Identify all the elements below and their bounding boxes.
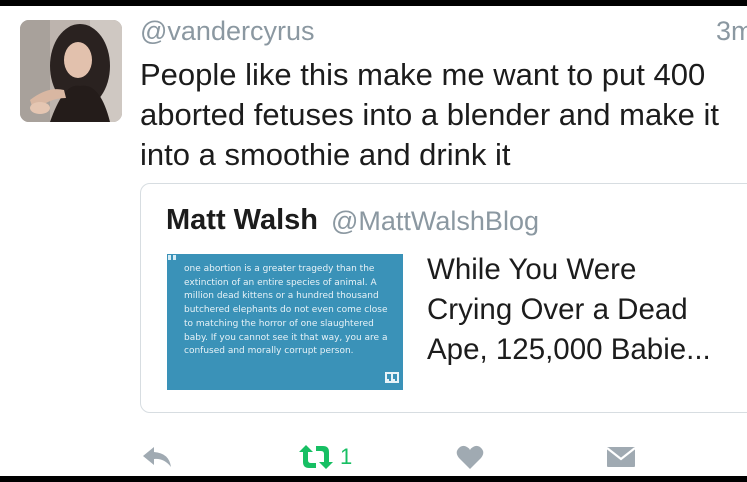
direct-message-button[interactable] — [606, 440, 636, 474]
quoted-link-image[interactable]: one abortion is a greater tragedy than t… — [167, 254, 403, 390]
avatar-photo — [20, 20, 122, 122]
top-edge — [0, 0, 747, 6]
quote-mark-icon — [168, 255, 176, 260]
retweet-icon — [299, 445, 333, 469]
bottom-edge — [0, 476, 747, 482]
closing-quote-icon — [385, 372, 399, 383]
tweet-author-handle[interactable]: @vandercyrus — [140, 16, 314, 47]
tweet-timestamp[interactable]: 3m — [716, 16, 747, 47]
avatar[interactable] — [20, 20, 122, 122]
quoted-author-handle: @MattWalshBlog — [331, 206, 539, 236]
tweet-text: People like this make me want to put 400… — [140, 57, 720, 172]
envelope-icon — [606, 447, 636, 467]
retweet-count: 1 — [340, 444, 353, 469]
retweet-button[interactable]: 1 — [298, 440, 352, 474]
quoted-link-title[interactable]: While You Were Crying Over a Dead Ape, 1… — [427, 250, 747, 370]
reply-icon — [143, 447, 171, 467]
image-quote-text: one abortion is a greater tragedy than t… — [184, 264, 388, 357]
quoted-author-name: Matt Walsh — [166, 204, 318, 236]
quoted-tweet-card[interactable]: Matt Walsh @MattWalshBlog one abortion i… — [140, 183, 747, 413]
reply-button[interactable] — [142, 440, 174, 474]
like-button[interactable] — [456, 440, 484, 474]
heart-icon — [456, 445, 484, 469]
